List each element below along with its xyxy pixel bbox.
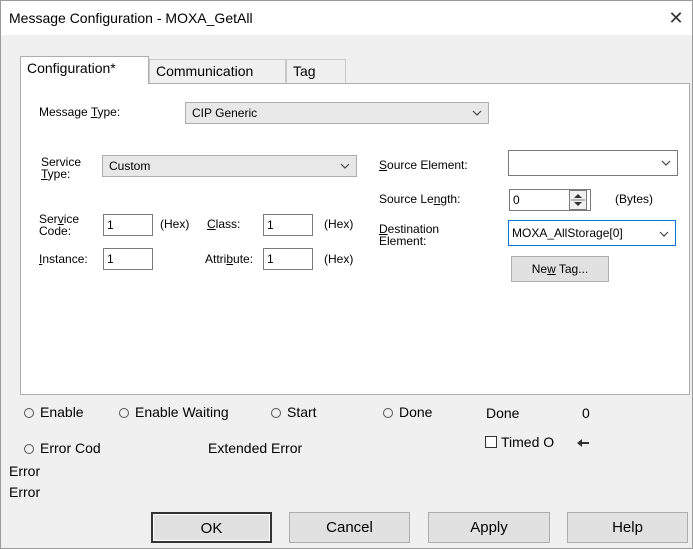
new-tag-button[interactable]: New Tag... [511, 256, 609, 282]
cancel-button[interactable]: Cancel [289, 512, 410, 543]
radio-indicator [119, 408, 129, 418]
service-code-unit: (Hex) [160, 217, 190, 231]
message-type-value: CIP Generic [192, 106, 258, 120]
tab-configuration[interactable]: Configuration* [20, 56, 149, 84]
chevron-down-icon [659, 231, 669, 237]
chevron-down-icon [472, 110, 482, 116]
class-label: Class: [207, 217, 241, 231]
destination-element-value: MOXA_AllStorage[0] [512, 226, 623, 240]
checkbox-indicator [485, 436, 497, 448]
class-input[interactable]: 1 [263, 214, 313, 236]
error-text-line-1: Error [9, 463, 41, 479]
status-enable-waiting: Enable Waiting [119, 404, 229, 420]
message-type-label: Message Type: [39, 105, 121, 119]
radio-indicator [271, 408, 281, 418]
help-button[interactable]: Help [567, 512, 688, 543]
radio-indicator [383, 408, 393, 418]
source-length-unit: (Bytes) [615, 192, 654, 206]
title-bar: Message Configuration - MOXA_GetAll ✕ [1, 1, 692, 35]
source-length-label: Source Length: [379, 192, 461, 206]
done-length-label: Done [486, 405, 520, 421]
source-element-label: Source Element: [379, 158, 468, 172]
close-icon[interactable]: ✕ [665, 7, 687, 29]
source-element-select[interactable] [508, 150, 678, 176]
ok-button[interactable]: OK [151, 512, 272, 543]
chevron-down-icon [661, 160, 671, 166]
service-type-value: Custom [109, 159, 151, 173]
apply-button[interactable]: Apply [428, 512, 550, 543]
status-error-code: Error Cod [24, 440, 101, 456]
window-title: Message Configuration - MOXA_GetAll [9, 10, 253, 26]
instance-input[interactable]: 1 [103, 248, 153, 270]
done-length-value: 0 [582, 405, 590, 421]
class-unit: (Hex) [324, 217, 354, 231]
tab-communication[interactable]: Communication [149, 59, 286, 83]
radio-indicator [24, 408, 34, 418]
destination-element-label: Destination Element: [379, 222, 440, 248]
status-start: Start [271, 404, 317, 420]
attribute-label: Attribute: [205, 252, 254, 266]
status-enable: Enable [24, 404, 84, 420]
message-configuration-dialog: Message Configuration - MOXA_GetAll ✕ Co… [0, 0, 693, 549]
status-done: Done [383, 404, 432, 420]
error-text-line-2: Error [9, 484, 41, 500]
message-type-select[interactable]: CIP Generic [185, 102, 489, 124]
service-type-select[interactable]: Custom [102, 155, 357, 177]
service-type-label: Service Type: [41, 155, 82, 181]
spinner-arrows-icon [571, 194, 585, 206]
attribute-input[interactable]: 1 [263, 248, 313, 270]
attribute-unit: (Hex) [324, 252, 354, 266]
timed-out-checkbox[interactable]: Timed O [485, 434, 554, 450]
extended-error-label: Extended Error [208, 440, 303, 456]
service-code-input[interactable]: 1 [103, 214, 153, 236]
destination-element-select[interactable]: MOXA_AllStorage[0] [508, 220, 676, 246]
service-code-label: Service Code: [39, 212, 80, 238]
arrow-left-icon [577, 439, 589, 447]
tab-tag[interactable]: Tag [286, 59, 346, 83]
instance-label: Instance: [39, 252, 88, 266]
spinner-icon[interactable] [569, 190, 587, 210]
chevron-down-icon [340, 163, 350, 169]
radio-indicator [24, 444, 34, 454]
